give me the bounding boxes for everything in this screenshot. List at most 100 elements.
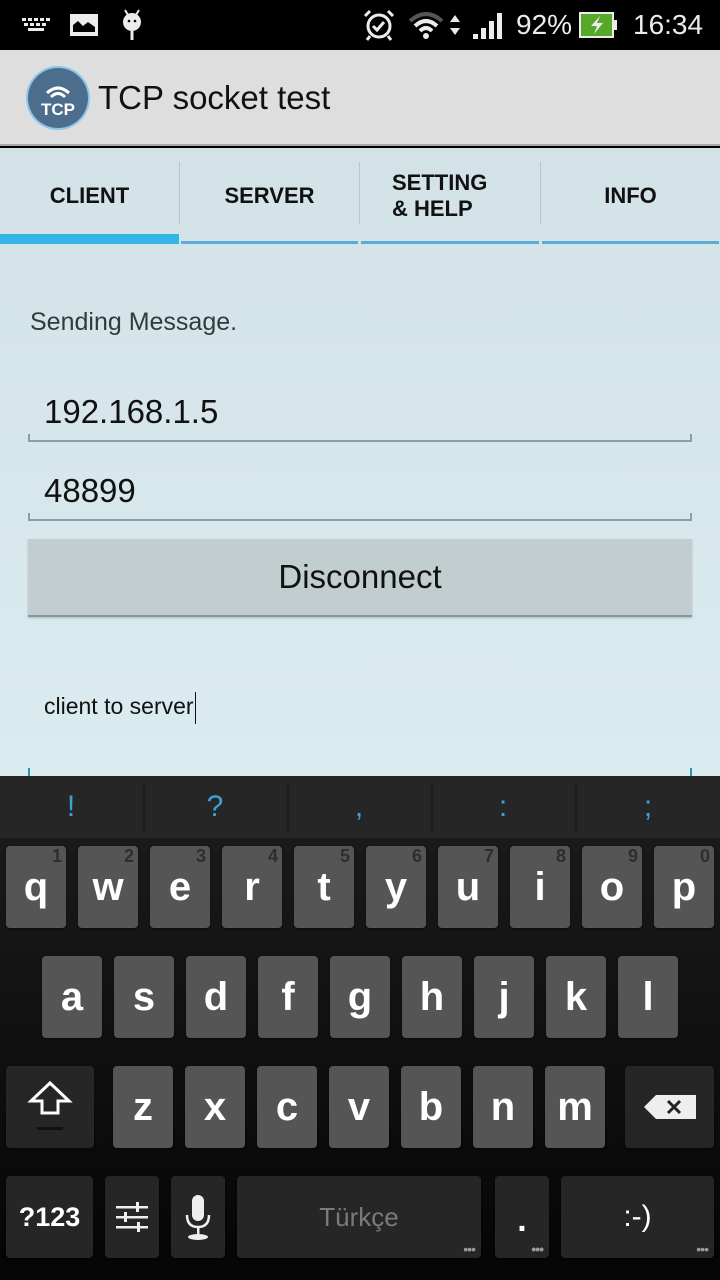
battery-charging-icon [578, 8, 620, 42]
key-label: r [244, 864, 260, 909]
app-logo-icon[interactable]: TCP [28, 68, 88, 128]
key-hint: 2 [123, 846, 134, 866]
key-label: v [347, 1084, 371, 1129]
tab-indicator [181, 241, 358, 244]
key-label: e [168, 864, 192, 909]
clock: 16:34 [633, 9, 704, 40]
tab-label: SETTING & HELP [392, 170, 488, 221]
key-e[interactable]: e3 [150, 846, 210, 928]
tab-bar: CLIENT SERVER SETTING & HELP INFO [0, 148, 720, 244]
key-s[interactable]: s [114, 956, 174, 1038]
microphone-icon [185, 1195, 211, 1240]
key-y[interactable]: y6 [366, 846, 426, 928]
key-label: a [60, 974, 84, 1019]
key-j[interactable]: j [474, 956, 534, 1038]
key-p[interactable]: p0 [654, 846, 714, 928]
key-label: x [203, 1084, 227, 1129]
backspace-icon [643, 1095, 696, 1119]
key-label: h [419, 974, 445, 1019]
key-b[interactable]: b [401, 1066, 461, 1148]
shift-icon [27, 1080, 73, 1130]
key-label: j [498, 974, 510, 1019]
key-hint: 1 [51, 846, 62, 866]
app-logo-text: TCP [41, 100, 75, 119]
connection-status: Sending Message. [30, 308, 238, 336]
key-label: c [275, 1084, 299, 1129]
key-label: b [418, 1084, 444, 1129]
key-label: i [534, 864, 546, 909]
key-l[interactable]: l [618, 956, 678, 1038]
key-u[interactable]: u7 [438, 846, 498, 928]
suggestion-semicolon[interactable]: ; [576, 776, 720, 838]
tab-setting-help[interactable]: SETTING & HELP [360, 148, 540, 244]
key-k[interactable]: k [546, 956, 606, 1038]
key-label: s [132, 974, 156, 1019]
port-input[interactable] [28, 461, 692, 521]
key-label: l [642, 974, 654, 1019]
suggestion-comma[interactable]: , [288, 776, 430, 838]
suggestion-question[interactable]: ? [144, 776, 286, 838]
key-label: m [557, 1084, 593, 1129]
key-a[interactable]: a [42, 956, 102, 1038]
more-icon: ••• [696, 1241, 709, 1257]
tab-client[interactable]: CLIENT [0, 148, 179, 244]
key-r[interactable]: r4 [222, 846, 282, 928]
key-c[interactable]: c [257, 1066, 317, 1148]
suggestion-colon[interactable]: : [432, 776, 574, 838]
tab-info[interactable]: INFO [541, 148, 720, 244]
key-label: z [133, 1084, 153, 1129]
key-v[interactable]: v [329, 1066, 389, 1148]
key-i[interactable]: i8 [510, 846, 570, 928]
key-g[interactable]: g [330, 956, 390, 1038]
key-o[interactable]: o9 [582, 846, 642, 928]
key-z[interactable]: z [113, 1066, 173, 1148]
tab-indicator [542, 241, 719, 244]
key-label: g [347, 974, 373, 1019]
key-n[interactable]: n [473, 1066, 533, 1148]
key-x[interactable]: x [185, 1066, 245, 1148]
keyboard-icon [20, 8, 52, 42]
key-d[interactable]: d [186, 956, 246, 1038]
key-hint: 5 [339, 846, 350, 866]
data-transfer-icon [448, 8, 462, 42]
key-label: d [203, 974, 229, 1019]
app-title: TCP socket test [98, 79, 331, 116]
text-cursor [194, 691, 196, 724]
key-hint: 7 [483, 846, 494, 866]
tab-label: CLIENT [49, 183, 130, 208]
wifi-icon [408, 8, 444, 42]
key-m[interactable]: m [545, 1066, 605, 1148]
ip-address-field[interactable] [28, 382, 692, 442]
key-label: y [384, 864, 408, 909]
key-label: t [317, 864, 331, 909]
app-bar: TCP TCP socket test [0, 50, 720, 146]
more-icon: ••• [463, 1241, 476, 1257]
period-key[interactable]: . ••• [495, 1176, 549, 1258]
status-bar: 92% 16:34 [0, 0, 720, 50]
message-input[interactable]: client to server [44, 686, 196, 726]
disconnect-button[interactable]: Disconnect [28, 539, 692, 617]
shift-key[interactable] [6, 1066, 94, 1148]
emoticon-key[interactable]: :-) ••• [561, 1176, 714, 1258]
key-h[interactable]: h [402, 956, 462, 1038]
soft-keyboard: ! ? , : ; ?123 Türkçe ••• . ••• :-) ••• … [0, 776, 720, 1280]
key-q[interactable]: q1 [6, 846, 66, 928]
tab-indicator [0, 234, 179, 244]
port-field[interactable] [28, 461, 692, 521]
ip-address-input[interactable] [28, 382, 692, 442]
key-w[interactable]: w2 [78, 846, 138, 928]
space-key[interactable]: Türkçe ••• [237, 1176, 481, 1258]
key-f[interactable]: f [258, 956, 318, 1038]
battery-percent: 92% [516, 9, 573, 40]
key-label: o [599, 864, 625, 909]
voice-input-key[interactable] [171, 1176, 225, 1258]
suggestion-exclamation[interactable]: ! [0, 776, 142, 838]
settings-key[interactable] [105, 1176, 159, 1258]
tab-server[interactable]: SERVER [180, 148, 359, 244]
symbols-key[interactable]: ?123 [6, 1176, 93, 1258]
key-t[interactable]: t5 [294, 846, 354, 928]
android-debug-icon [118, 8, 146, 42]
key-hint: 3 [195, 846, 206, 866]
message-field[interactable]: client to server [28, 668, 692, 776]
backspace-key[interactable] [625, 1066, 714, 1148]
